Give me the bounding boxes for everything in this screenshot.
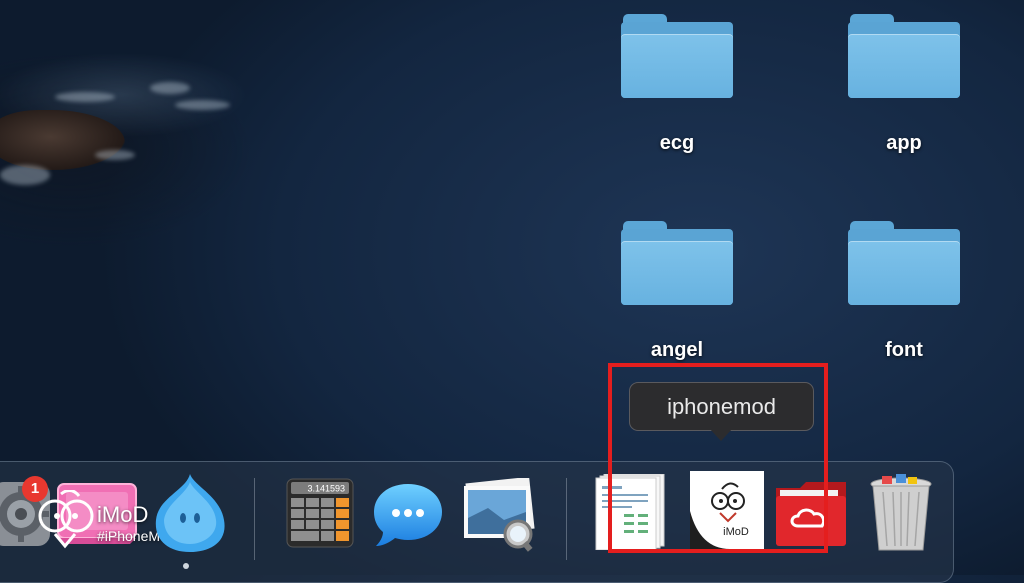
- folder-label: angel: [650, 339, 704, 361]
- folder-icon: [621, 221, 733, 309]
- calculator-display: 3.141593: [307, 484, 345, 494]
- wallpaper-foam: [95, 150, 135, 160]
- desktop-folder-app[interactable]: app: [834, 14, 974, 155]
- watermark: iMoD #iPhoneMod: [35, 489, 176, 555]
- running-indicator: [183, 563, 189, 569]
- watermark-title: iMoD: [97, 502, 149, 527]
- folder-label: ecg: [659, 132, 695, 154]
- messages-icon[interactable]: [370, 478, 446, 559]
- dock-separator: [254, 478, 255, 560]
- folder-icon: [848, 14, 960, 102]
- preview-icon[interactable]: [458, 476, 542, 557]
- wallpaper-foam: [150, 82, 190, 94]
- desktop-folder-ecg[interactable]: ecg: [607, 14, 747, 155]
- wallpaper-foam: [175, 100, 230, 110]
- folder-label: font: [885, 339, 923, 361]
- wallpaper-foam: [0, 165, 50, 185]
- desktop-folder-font[interactable]: font: [834, 221, 974, 362]
- trash-icon[interactable]: [868, 474, 934, 559]
- folder-label: app: [886, 132, 922, 154]
- calculator-icon[interactable]: 3.141593: [286, 478, 354, 553]
- wallpaper-rock: [0, 110, 125, 170]
- chat-bubble-app-icon[interactable]: [150, 472, 230, 561]
- desktop-folder-angel[interactable]: angel: [607, 221, 747, 362]
- wallpaper-foam: [55, 92, 115, 102]
- folder-icon: [621, 14, 733, 102]
- folder-icon: [848, 221, 960, 309]
- highlight-box: [608, 363, 828, 553]
- dock-separator: [566, 478, 567, 560]
- imod-logo-icon: [38, 489, 94, 549]
